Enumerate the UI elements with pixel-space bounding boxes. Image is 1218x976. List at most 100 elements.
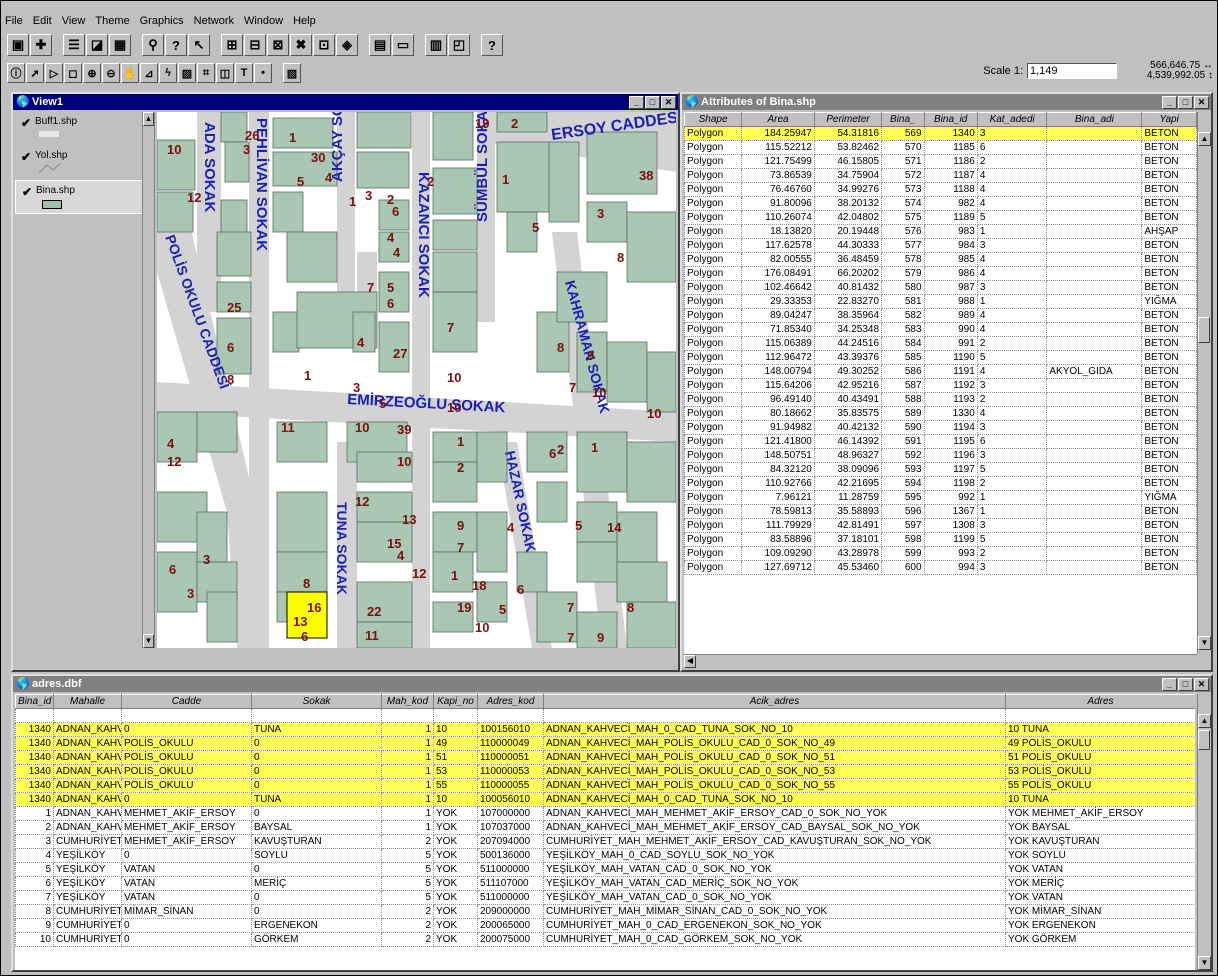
building-polygon[interactable] [616,561,668,603]
toc-scrollbar[interactable]: ▲ ▼ [142,112,154,648]
column-header[interactable]: Yapi [1141,112,1197,127]
scroll-up-arrow[interactable]: ▲ [1198,714,1211,728]
building-polygon[interactable] [206,591,238,643]
identify-icon[interactable]: ⓘ [7,63,25,83]
building-polygon[interactable] [432,461,478,503]
adres-window[interactable]: 🌎 adres.dbf _ □ ✕ Bina_id Mahalle Cadde Sok… [11,674,1213,972]
draw-point-icon[interactable]: • [254,63,272,83]
building-polygon[interactable] [356,581,413,623]
column-header[interactable]: Mah_kod [381,694,434,709]
table-row[interactable]: 1340ADNAN_KAHVECİ0TUNA110100156010ADNAN_… [15,722,1195,737]
callout-icon[interactable]: ◫ [216,63,234,83]
table-row[interactable]: Polygon 127.69712 45.53460 600 994 3 BETON [684,560,1197,575]
scroll-thumb[interactable] [1198,317,1210,343]
table-row[interactable]: 1340ADNAN_KAHVECİPOLİS_OKULU015511000005… [15,778,1195,793]
table-row[interactable]: Polygon 73.86539 34.75904 572 1187 4 BETON [684,168,1197,183]
attributes-hscroll[interactable]: ◀ [684,654,1197,668]
minimize-button[interactable]: _ [1162,677,1177,691]
table-row[interactable]: Polygon 91.94982 40.42132 590 1194 3 BETON [684,420,1197,435]
snap-icon[interactable]: ▧ [283,63,301,83]
theme-properties-icon[interactable]: ☰ [63,34,85,56]
table-row[interactable]: Polygon 117.62578 44.30333 577 984 3 BETON [684,238,1197,253]
table-row[interactable]: Polygon 115.06389 44.24516 584 991 2 BETON [684,336,1197,351]
building-polygon[interactable] [476,431,508,483]
clear-selected-icon[interactable]: ✖ [290,34,312,56]
building-polygon[interactable] [616,511,658,563]
table-row[interactable]: Polygon 115.52212 53.82462 570 1185 6 BETON [684,140,1197,155]
building-polygon[interactable] [432,251,478,293]
table-row[interactable]: 4 YEŞİLKÖY 0 SOYLU 5 YOK 500136000 YEŞİLKÖY_MAH… [15,848,1195,863]
checkmark-icon[interactable]: ✔ [21,150,35,164]
building-polygon[interactable] [196,511,228,563]
table-row[interactable]: Polygon 7.96121 11.28759 595 992 1 YIĞMA [684,490,1197,505]
building-polygon[interactable] [548,141,580,223]
building-polygon[interactable] [272,191,304,233]
scale-input[interactable] [1027,63,1117,79]
table-row[interactable]: Polygon 121.41800 46.14392 591 1195 6 BETON [684,434,1197,449]
locate-icon[interactable]: ↖ [188,34,210,56]
building-polygon[interactable] [276,491,328,553]
table-row[interactable]: Polygon 71.85340 34.25348 583 990 4 BETON [684,322,1197,337]
scroll-left-arrow[interactable]: ◀ [684,655,696,668]
minimize-button[interactable]: _ [629,95,644,109]
column-header[interactable]: Sokak [251,694,382,709]
column-header[interactable]: Bina_id [923,112,978,127]
column-header[interactable]: Bina_ [881,112,925,127]
column-header[interactable]: Kat_adedi [976,112,1048,127]
zoom-out-icon[interactable]: ⊖ [102,63,120,83]
table-row[interactable]: Polygon 102.46642 40.81432 580 987 3 BETON [684,280,1197,295]
building-polygon[interactable] [432,167,478,215]
scroll-down-arrow[interactable]: ▼ [143,634,154,648]
label-icon[interactable]: ⌗ [197,63,215,83]
maximize-button[interactable]: □ [1178,95,1193,109]
building-polygon[interactable] [586,131,658,195]
scroll-down-arrow[interactable]: ▼ [1198,956,1211,970]
close-button[interactable]: ✕ [661,95,676,109]
zoom-selected-icon[interactable]: ⊠ [267,34,289,56]
map-canvas[interactable]: ERSOY CADDESİADA SOKAK PEHLİVAN SOKAK AKÇA… [157,112,676,648]
attributes-title-bar[interactable]: 🌎 Attributes of Bina.shp _ □ ✕ [682,94,1211,110]
select-feature-icon[interactable]: ◻ [64,63,82,83]
view-title-bar[interactable]: 🌎 View1 _ □ ✕ [13,94,678,110]
hotlink-icon[interactable]: ϟ [159,63,177,83]
text-icon[interactable]: T [235,63,253,83]
menu-item-graphics[interactable]: Graphics [140,15,184,31]
table-row[interactable]: Polygon 96.49140 40.43491 588 1193 2 BETON [684,392,1197,407]
table-row[interactable]: Polygon 111.79929 42.81491 597 1308 3 BETON [684,518,1197,533]
column-header[interactable]: Shape [684,112,743,127]
column-header[interactable]: Acik_adres [543,694,1006,709]
zoom-in-icon[interactable]: ⊕ [83,63,101,83]
table-row[interactable]: Polygon 121.75499 46.15805 571 1186 2 BETON [684,154,1197,169]
table-row[interactable]: 3 CUMHURİYET MEHMET_AKİF_ERSOY KAVUŞTURAN 2 Y… [15,834,1195,849]
table-row[interactable]: Polygon 78.59813 35.58893 596 1367 1 BETON [684,504,1197,519]
column-header[interactable]: Perimeter [813,112,883,127]
maximize-button[interactable]: □ [1178,677,1193,691]
vertex-edit-icon[interactable]: ▷ [45,63,63,83]
building-polygon[interactable] [216,231,252,277]
column-header[interactable]: Cadde [121,694,252,709]
building-polygon[interactable] [432,112,474,161]
building-polygon[interactable] [496,112,548,133]
overview-icon[interactable]: ▤ [369,34,391,56]
building-polygon[interactable] [286,231,338,283]
table-row[interactable]: 1340ADNAN_KAHVECİPOLİS_OKULU014911000004… [15,736,1195,751]
menu-item-network[interactable]: Network [194,15,234,31]
table-row[interactable]: Polygon 115.64206 42.95216 587 1192 3 BETON [684,378,1197,393]
menu-item-file[interactable]: File [5,15,23,31]
table-row[interactable]: Polygon 91.80096 38.20132 574 982 4 BETON [684,196,1197,211]
menu-item-edit[interactable]: Edit [33,15,52,31]
attributes-window[interactable]: 🌎 Attributes of Bina.shp _ □ ✕ Shape Area… [680,92,1213,672]
building-polygon[interactable] [646,351,676,413]
menu-item-help[interactable]: Help [293,15,316,31]
building-polygon[interactable] [356,151,410,189]
view-window[interactable]: 🌎 View1 _ □ ✕ ✔ Buff1.shp ✔ Yol.shp ✔ Bi… [11,92,680,672]
scroll-thumb[interactable] [1198,730,1210,750]
find-icon[interactable]: ⚲ [142,34,164,56]
layer-bina[interactable]: ✔ Bina.shp [15,180,154,214]
layer-yol[interactable]: ✔ Yol.shp [15,146,154,180]
building-polygon[interactable] [606,341,648,403]
table-row[interactable]: Polygon 76.46760 34.99276 573 1188 4 BETON [684,182,1197,197]
table-row[interactable]: 1ADNAN_KAHVECİMEHMET_AKİF_ERSOY01YOK1070… [15,806,1195,821]
adres-vscroll[interactable]: ▲ ▼ [1197,694,1211,970]
close-button[interactable]: ✕ [1194,95,1209,109]
